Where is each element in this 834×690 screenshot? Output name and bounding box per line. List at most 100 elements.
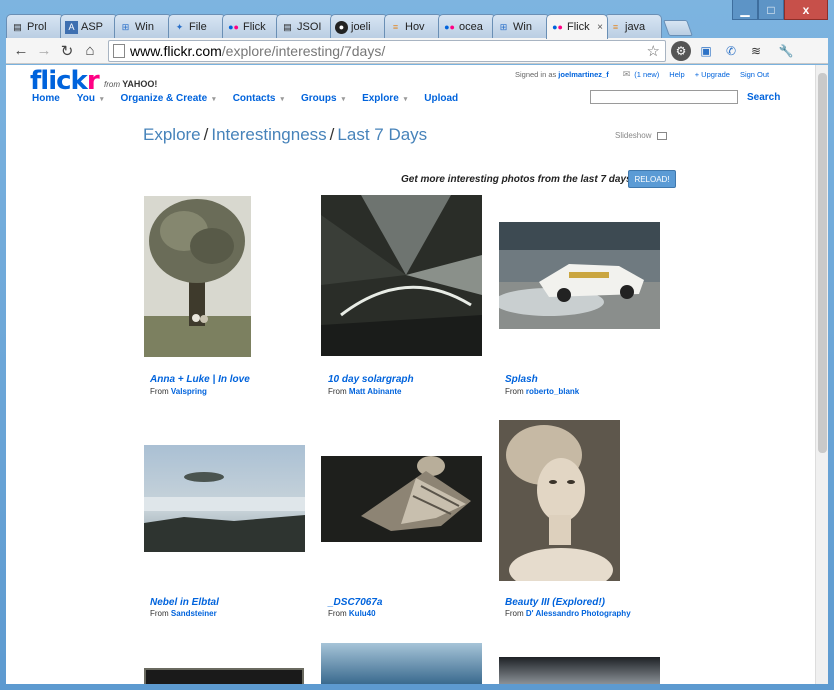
close-tab-icon[interactable]: × bbox=[597, 22, 603, 33]
photo-title-1[interactable]: Anna + Luke | In love bbox=[150, 374, 250, 385]
windows-icon: ⊞ bbox=[121, 21, 130, 32]
photo-thumbnail-8[interactable] bbox=[321, 643, 482, 684]
flickr-logo[interactable]: flickr bbox=[30, 66, 100, 96]
slideshow-link[interactable]: Slideshow bbox=[615, 131, 668, 140]
scrollbar-thumb[interactable] bbox=[818, 73, 827, 453]
chevron-down-icon: ▾ bbox=[341, 95, 346, 103]
forward-arrow-icon: → bbox=[36, 42, 52, 59]
reload-icon: ↻ bbox=[60, 42, 74, 60]
url-host: www.flickr.com bbox=[130, 42, 222, 59]
url-path: /explore/interesting/7days/ bbox=[221, 42, 386, 59]
browser-window: ▤ Prol A ASP ⊞ Win ✦ File ● ● Flick ▤ JSOI ● joe… bbox=[0, 0, 834, 690]
photo-author-2: From Matt Abinante bbox=[328, 387, 402, 396]
extension-docs-icon[interactable]: ▣ bbox=[696, 41, 716, 61]
photo-title-5[interactable]: _DSC7067a bbox=[328, 597, 382, 608]
photo-title-3[interactable]: Splash bbox=[505, 374, 538, 385]
nav-contacts[interactable]: Contacts ▾ bbox=[233, 93, 284, 104]
tab-3[interactable]: ✦ File bbox=[168, 14, 226, 39]
flickr-icon: ● ● bbox=[552, 22, 563, 32]
tab-5[interactable]: ▤ JSOI bbox=[276, 14, 334, 39]
photo-thumbnail-9[interactable] bbox=[499, 657, 660, 684]
upgrade-link[interactable]: + Upgrade bbox=[695, 70, 730, 79]
crumb-last-7-days: Last 7 Days bbox=[337, 125, 428, 144]
address-bar[interactable]: www.flickr.com/explore/interesting/7days… bbox=[108, 39, 666, 62]
photo-title-6[interactable]: Beauty III (Explored!) bbox=[505, 597, 605, 608]
tab-8[interactable]: ● ● ocea bbox=[438, 14, 496, 39]
vertical-scrollbar[interactable] bbox=[815, 65, 828, 684]
document-icon: ▤ bbox=[283, 21, 292, 32]
tab-strip: ▤ Prol A ASP ⊞ Win ✦ File ● ● Flick ▤ JSOI ● joe… bbox=[6, 14, 746, 39]
browser-toolbar: ← → ↻ ⌂ www.flickr.com/explore/interesti… bbox=[6, 38, 828, 64]
photo-thumbnail-1[interactable] bbox=[144, 196, 251, 357]
page-viewport: flickr from YAHOO! Home You ▾ Organize & … bbox=[6, 65, 815, 684]
photo-title-2[interactable]: 10 day solargraph bbox=[328, 374, 414, 385]
chevron-down-icon: ▾ bbox=[212, 95, 216, 103]
nav-home[interactable]: Home bbox=[32, 93, 60, 104]
photo-author-1: From Valspring bbox=[150, 387, 207, 396]
windows-icon: ⊞ bbox=[499, 21, 508, 32]
github-icon: ● bbox=[335, 20, 348, 34]
nav-upload[interactable]: Upload bbox=[424, 93, 458, 104]
sign-out-link[interactable]: Sign Out bbox=[740, 70, 769, 79]
photo-author-6: From D' Alessandro Photography bbox=[505, 609, 631, 618]
username-link[interactable]: joelmartinez_f bbox=[558, 70, 608, 79]
search-input[interactable] bbox=[590, 90, 738, 104]
tab-11[interactable]: ≡ java bbox=[604, 14, 662, 39]
nav-groups[interactable]: Groups ▾ bbox=[301, 93, 345, 104]
minimize-button[interactable]: ▁ bbox=[732, 0, 758, 20]
mail-icon[interactable]: ✉ bbox=[623, 69, 631, 80]
reload-button[interactable]: ↻ bbox=[56, 40, 78, 62]
extension-phone-icon[interactable]: ✆ bbox=[721, 41, 741, 61]
tab-4[interactable]: ● ● Flick bbox=[222, 14, 280, 39]
forward-button[interactable]: → bbox=[33, 40, 55, 62]
crumb-interestingness[interactable]: Interestingness bbox=[211, 125, 326, 144]
chevron-down-icon: ▾ bbox=[99, 95, 104, 103]
page-icon bbox=[113, 43, 125, 58]
back-button[interactable]: ← bbox=[10, 40, 32, 62]
tab-7[interactable]: ≡ Hov bbox=[384, 14, 442, 39]
new-tab-button[interactable] bbox=[663, 20, 693, 36]
photo-author-3: From roberto_blank bbox=[505, 387, 580, 396]
nav-explore[interactable]: Explore ▾ bbox=[362, 93, 407, 104]
photo-thumbnail-2[interactable] bbox=[321, 195, 482, 356]
photo-title-4[interactable]: Nebel in Elbtal bbox=[150, 597, 219, 608]
extension-gear-icon[interactable]: ⚙ bbox=[671, 40, 691, 61]
tab-label: ocea bbox=[459, 21, 483, 33]
crumb-explore[interactable]: Explore bbox=[143, 125, 201, 144]
home-button[interactable]: ⌂ bbox=[79, 40, 101, 62]
maximize-button[interactable]: □ bbox=[758, 0, 784, 20]
search-button[interactable]: Search bbox=[747, 92, 780, 103]
asp-icon: A bbox=[65, 20, 78, 34]
tab-2[interactable]: ⊞ Win bbox=[114, 14, 172, 39]
photo-thumbnail-6[interactable] bbox=[499, 420, 620, 581]
nav-organize-create[interactable]: Organize & Create ▾ bbox=[120, 93, 215, 104]
photo-thumbnail-7[interactable] bbox=[144, 668, 304, 684]
photo-thumbnail-4[interactable] bbox=[144, 445, 305, 552]
mail-count[interactable]: (1 new) bbox=[634, 70, 659, 79]
help-link[interactable]: Help bbox=[669, 70, 684, 79]
close-window-button[interactable]: x bbox=[784, 0, 828, 20]
wrench-icon[interactable]: 🔧 bbox=[776, 41, 796, 61]
tab-10-active[interactable]: ● ● Flick × bbox=[546, 14, 608, 39]
tab-9[interactable]: ⊞ Win bbox=[492, 14, 550, 39]
flickr-icon: ● ● bbox=[444, 22, 455, 32]
user-bar: Signed in as joelmartinez_f ✉ (1 new) He… bbox=[515, 69, 769, 80]
signed-in-label: Signed in as bbox=[515, 70, 557, 79]
photo-author-4: From Sandsteiner bbox=[150, 609, 217, 618]
main-nav: Home You ▾ Organize & Create ▾ Contacts ▾ G… bbox=[32, 93, 475, 104]
tab-0[interactable]: ▤ Prol bbox=[6, 14, 64, 39]
window-controls: ▁ □ x bbox=[732, 0, 828, 20]
back-arrow-icon: ← bbox=[13, 42, 29, 59]
photo-thumbnail-3[interactable] bbox=[499, 222, 660, 329]
tab-1[interactable]: A ASP bbox=[60, 14, 118, 39]
bookmark-star-icon[interactable]: ☆ bbox=[647, 42, 660, 60]
photo-thumbnail-5[interactable] bbox=[321, 456, 482, 542]
tab-6[interactable]: ● joeli bbox=[330, 14, 388, 39]
monitor-icon bbox=[657, 131, 668, 140]
tab-label: Flick bbox=[243, 21, 266, 33]
extension-layers-icon[interactable]: ≋ bbox=[746, 41, 766, 61]
nav-you[interactable]: You ▾ bbox=[77, 93, 104, 104]
reload-photos-button[interactable]: RELOAD! bbox=[628, 170, 676, 188]
close-icon: x bbox=[802, 2, 810, 17]
tab-label: ASP bbox=[81, 21, 104, 33]
